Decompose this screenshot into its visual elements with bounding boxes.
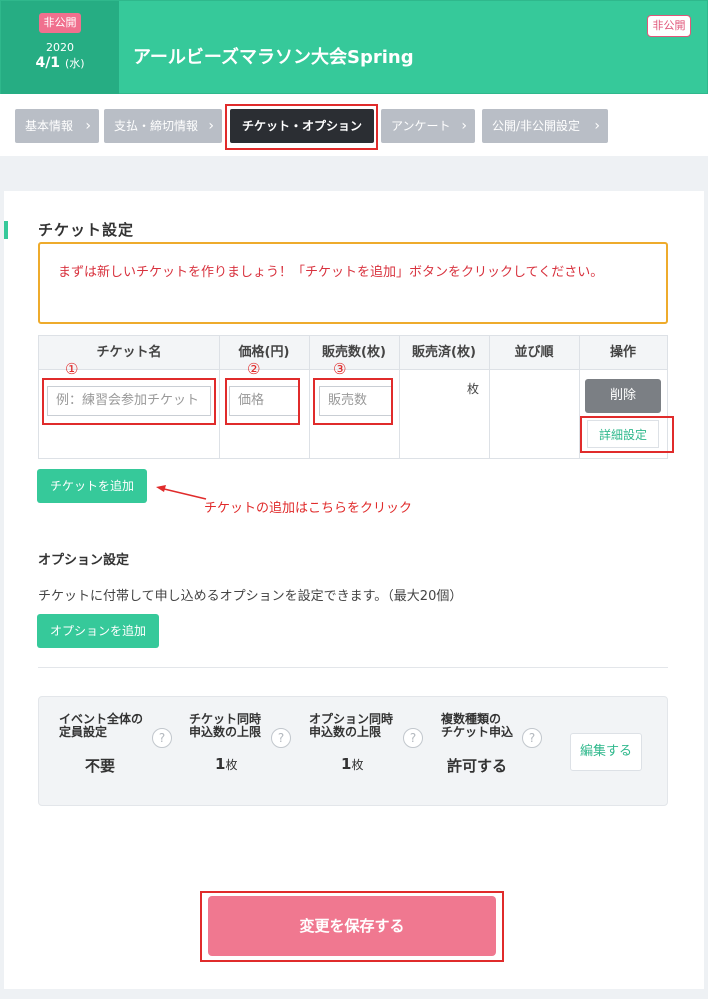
column-divider	[399, 336, 400, 458]
ticket-settings-card: チケット設定 まずは新しいチケットを作りましょう！「チケットを追加」ボタンをクリ…	[4, 191, 704, 989]
limit-label-multi-ticket: 複数種類の チケット申込	[441, 713, 513, 739]
tab-survey[interactable]: アンケート ›	[381, 109, 475, 143]
chevron-right-icon: ›	[85, 118, 91, 134]
highlight-detail-button	[580, 416, 674, 453]
delete-ticket-button[interactable]: 削除	[585, 379, 661, 413]
status-badge: 非公開	[39, 13, 81, 33]
tab-label: 公開/非公開設定	[492, 119, 581, 133]
column-header-sold: 販売済(枚)	[412, 345, 476, 360]
column-divider	[219, 336, 220, 458]
limit-value-ticket: 1枚	[215, 755, 237, 773]
limit-label-line: チケット申込	[441, 725, 514, 739]
visibility-badge: 非公開	[647, 15, 691, 37]
limit-label-option: オプション同時 申込数の上限	[309, 713, 393, 739]
highlight-save-button	[200, 891, 504, 962]
column-header-price: 価格(円)	[238, 345, 290, 360]
add-ticket-hint: チケットの追加はこちらをクリック	[204, 501, 413, 516]
ticket-notice: まずは新しいチケットを作りましょう！「チケットを追加」ボタンをクリックしてくださ…	[38, 242, 668, 324]
column-header-order: 並び順	[514, 345, 554, 360]
column-divider	[489, 336, 490, 458]
option-section-title: オプション設定	[38, 553, 130, 568]
tab-basic-info[interactable]: 基本情報 ›	[15, 109, 99, 143]
arrow-left-icon	[156, 485, 207, 500]
event-weekday: (水)	[64, 57, 85, 70]
chevron-right-icon: ›	[594, 118, 600, 134]
limit-label-capacity: イベント全体の 定員設定	[59, 713, 143, 739]
event-title: アールビーズマラソン大会Spring	[133, 47, 414, 68]
limit-label-line: 定員設定	[59, 725, 108, 739]
tab-label: アンケート	[391, 119, 451, 133]
limit-label-ticket: チケット同時 申込数の上限	[189, 713, 261, 739]
marker-3: ③	[333, 360, 347, 378]
option-section-description: チケットに付帯して申し込めるオプションを設定できます。（最大20個）	[38, 589, 463, 604]
table-header-row: チケット名 価格(円) 販売数(枚) 販売済(枚) 並び順 操作	[39, 336, 667, 370]
limit-value-unit: 枚	[225, 758, 238, 772]
section-divider	[38, 667, 668, 668]
tab-label: 基本情報	[25, 119, 74, 133]
help-icon[interactable]: ?	[271, 728, 291, 748]
column-header-actions: 操作	[609, 345, 636, 360]
limit-value-multi-ticket: 許可する	[447, 757, 508, 775]
limit-value-unit: 枚	[351, 758, 364, 772]
highlight-qty-input	[313, 378, 393, 425]
tab-label: 支払・締切情報	[114, 119, 199, 133]
limit-value-capacity: 不要	[85, 757, 116, 775]
limit-label-line: 申込数の上限	[189, 725, 262, 739]
highlight-price-input	[225, 378, 300, 425]
edit-limits-button[interactable]: 編集する	[570, 733, 642, 771]
settings-tabs: 基本情報 › 支払・締切情報 › チケット・オプション アンケート › 公開/非…	[0, 94, 708, 156]
highlight-name-input	[42, 378, 216, 425]
help-icon[interactable]: ?	[403, 728, 423, 748]
help-icon[interactable]: ?	[522, 728, 542, 748]
highlight-active-tab	[225, 104, 378, 150]
section-accent-bar	[4, 221, 8, 239]
event-date-value: 4/1	[35, 55, 61, 71]
column-header-qty: 販売数(枚)	[322, 345, 386, 360]
event-date-box: 非公開 2020 4/1 (水)	[1, 1, 119, 95]
column-divider	[309, 336, 310, 458]
event-header: 非公開 2020 4/1 (水) アールビーズマラソン大会Spring 非公開	[0, 0, 708, 95]
tab-payment-deadline[interactable]: 支払・締切情報 ›	[104, 109, 222, 143]
limit-value-option: 1枚	[341, 755, 363, 773]
application-limits-panel: イベント全体の 定員設定 ? 不要 チケット同時 申込数の上限 ? 1枚 オプシ…	[38, 696, 668, 806]
chevron-right-icon: ›	[208, 118, 214, 134]
ticket-section-title: チケット設定	[38, 221, 135, 239]
limit-value-number: 1	[215, 755, 226, 773]
event-year: 2020	[46, 41, 74, 54]
help-icon[interactable]: ?	[152, 728, 172, 748]
limit-value-number: 1	[341, 755, 352, 773]
tab-publish-settings[interactable]: 公開/非公開設定 ›	[482, 109, 608, 143]
sold-unit: 枚	[467, 382, 480, 396]
chevron-right-icon: ›	[461, 118, 467, 134]
limit-label-line: 申込数の上限	[309, 725, 382, 739]
add-ticket-button[interactable]: チケットを追加	[37, 469, 147, 503]
add-option-button[interactable]: オプションを追加	[37, 614, 159, 648]
marker-2: ②	[247, 360, 261, 378]
event-date: 4/1 (水)	[1, 55, 119, 71]
marker-1: ①	[65, 360, 79, 378]
